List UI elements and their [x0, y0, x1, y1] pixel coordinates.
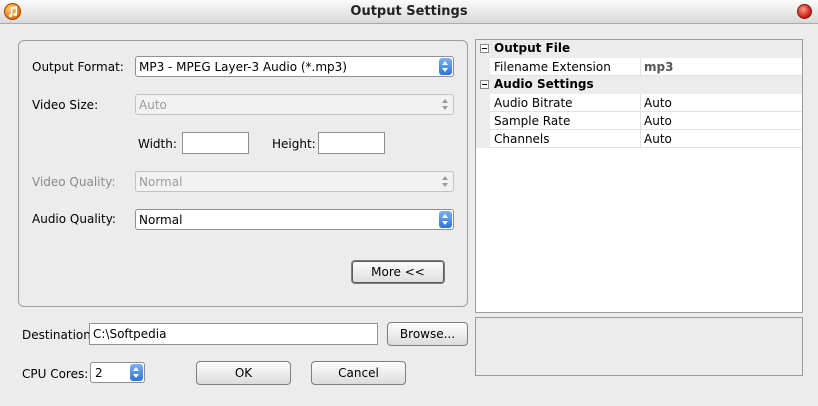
- chevron-updown-icon[interactable]: [130, 364, 143, 381]
- height-label: Height:: [272, 137, 316, 151]
- browse-button[interactable]: Browse...: [387, 322, 468, 346]
- property-description-panel: [475, 317, 803, 376]
- group-header-audio-settings[interactable]: Audio Settings: [476, 76, 802, 94]
- property-row-filename-extension[interactable]: Filename Extension mp3: [476, 58, 802, 76]
- audio-quality-value: Normal: [139, 213, 183, 227]
- property-row-sample-rate[interactable]: Sample Rate Auto: [476, 112, 802, 130]
- window-title: Output Settings: [350, 4, 468, 19]
- chevron-updown-icon[interactable]: [439, 211, 452, 228]
- property-row-audio-bitrate[interactable]: Audio Bitrate Auto: [476, 94, 802, 112]
- output-format-select[interactable]: MP3 - MPEG Layer-3 Audio (*.mp3): [135, 56, 454, 77]
- height-input[interactable]: [318, 132, 385, 154]
- chevron-updown-icon: [439, 173, 452, 190]
- property-row-channels[interactable]: Channels Auto: [476, 130, 802, 148]
- property-grid: Output File Filename Extension mp3 Audio…: [475, 39, 803, 313]
- title-bar: Output Settings: [0, 0, 818, 24]
- video-size-select[interactable]: Auto: [135, 94, 454, 115]
- width-input[interactable]: [182, 132, 249, 154]
- video-quality-label: Video Quality:: [32, 175, 116, 189]
- collapse-icon[interactable]: [480, 80, 489, 89]
- video-quality-select[interactable]: Normal: [135, 171, 454, 192]
- output-format-value: MP3 - MPEG Layer-3 Audio (*.mp3): [139, 60, 347, 74]
- chevron-updown-icon: [439, 96, 452, 113]
- destination-input[interactable]: C:\Softpedia: [89, 323, 378, 345]
- collapse-icon[interactable]: [480, 44, 489, 53]
- audio-quality-select[interactable]: Normal: [135, 209, 454, 230]
- group-header-output-file[interactable]: Output File: [476, 40, 802, 58]
- ok-button[interactable]: OK: [196, 361, 291, 385]
- chevron-updown-icon[interactable]: [439, 58, 452, 75]
- cancel-button[interactable]: Cancel: [311, 361, 406, 385]
- cpu-cores-select[interactable]: 2: [90, 362, 145, 383]
- video-quality-value: Normal: [139, 175, 183, 189]
- audio-quality-label: Audio Quality:: [32, 212, 116, 226]
- width-label: Width:: [138, 137, 177, 151]
- video-size-value: Auto: [139, 98, 167, 112]
- close-icon[interactable]: [797, 4, 812, 19]
- destination-label: Destination:: [22, 328, 95, 342]
- cpu-cores-label: CPU Cores:: [22, 367, 89, 381]
- video-size-label: Video Size:: [32, 98, 99, 112]
- more-button[interactable]: More <<: [351, 260, 445, 284]
- output-format-label: Output Format:: [32, 60, 124, 74]
